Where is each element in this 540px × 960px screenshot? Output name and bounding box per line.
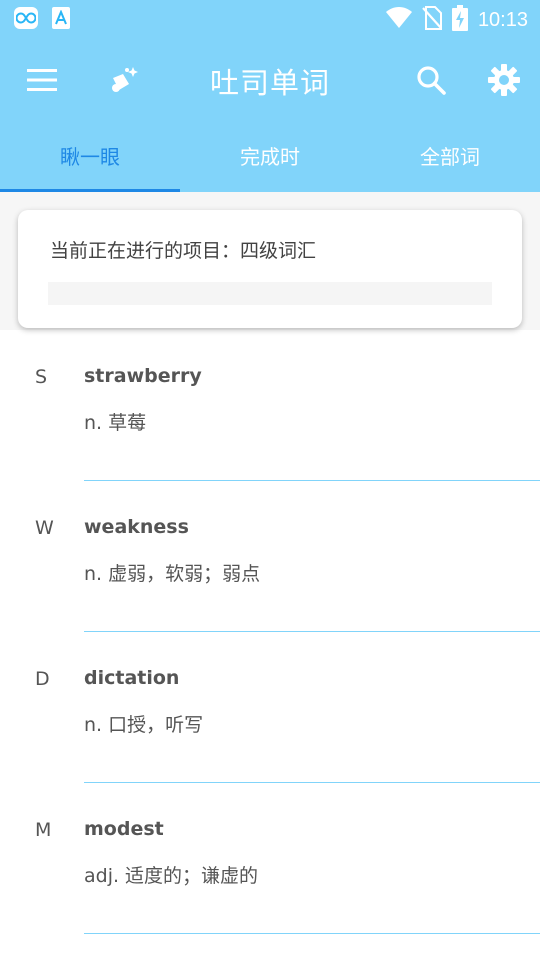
- word-meaning: n. 虚弱，软弱；弱点: [84, 563, 261, 585]
- tab-label: 全部词: [420, 145, 480, 169]
- word-meaning: n. 草莓: [84, 412, 147, 434]
- tab-bar: 瞅一眼 完成时 全部词: [0, 124, 540, 192]
- word-text: modest: [84, 818, 164, 840]
- index-letter: D: [35, 668, 50, 690]
- current-project-card[interactable]: 当前正在进行的项目：四级词汇: [18, 210, 522, 328]
- word-text: weakness: [84, 516, 189, 538]
- index-letter: M: [35, 819, 52, 841]
- tab-glance[interactable]: 瞅一眼: [0, 124, 180, 192]
- tab-label: 完成时: [240, 145, 300, 169]
- app-title: 吐司单词: [209, 66, 330, 100]
- word-list: S strawberry n. 草莓 W weakness n. 虚弱，软弱；弱…: [0, 330, 540, 934]
- status-time: 10:13: [477, 8, 528, 31]
- wifi-icon: [385, 7, 412, 33]
- tab-all-words[interactable]: 全部词: [360, 124, 540, 192]
- divider: [84, 933, 540, 934]
- infinity-app-icon: [14, 7, 38, 29]
- current-project-text: 当前正在进行的项目：四级词汇: [50, 240, 317, 262]
- index-letter: S: [35, 366, 48, 388]
- list-item[interactable]: W weakness n. 虚弱，软弱；弱点: [0, 481, 540, 632]
- tab-completed[interactable]: 完成时: [180, 124, 360, 192]
- gear-icon[interactable]: [486, 62, 522, 98]
- status-bar: 10:13: [0, 0, 540, 36]
- font-app-icon: [52, 7, 70, 29]
- word-text: strawberry: [84, 365, 202, 387]
- app-bar: 吐司单词: [0, 36, 540, 124]
- index-letter: W: [35, 517, 54, 539]
- list-item[interactable]: S strawberry n. 草莓: [0, 330, 540, 481]
- list-item[interactable]: M modest adj. 适度的；谦虚的: [0, 783, 540, 934]
- list-item[interactable]: D dictation n. 口授，听写: [0, 632, 540, 783]
- no-sim-icon: [422, 6, 442, 34]
- word-meaning: adj. 适度的；谦虚的: [84, 865, 259, 887]
- progress-bar: [48, 282, 492, 305]
- word-text: dictation: [84, 667, 180, 689]
- tab-label: 瞅一眼: [60, 145, 120, 169]
- word-meaning: n. 口授，听写: [84, 714, 204, 736]
- battery-charging-icon: [451, 5, 468, 35]
- search-icon[interactable]: [413, 62, 449, 98]
